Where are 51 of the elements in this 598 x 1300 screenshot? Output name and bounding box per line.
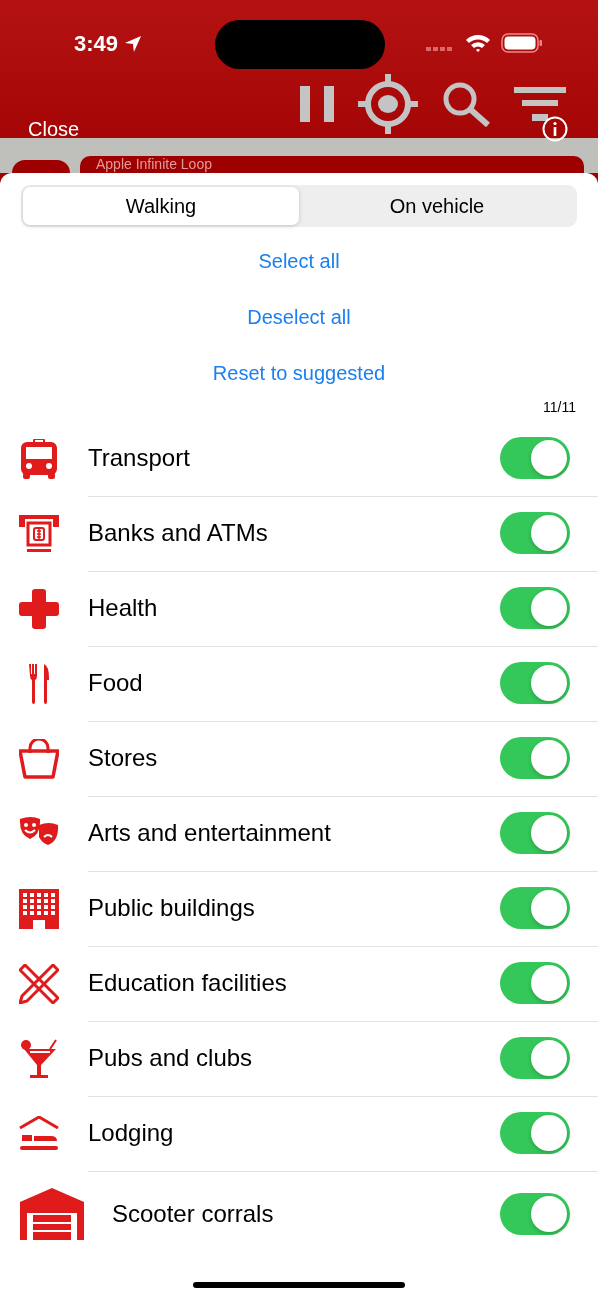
category-toggle[interactable] xyxy=(500,437,570,479)
bus-icon xyxy=(21,438,57,479)
pause-icon[interactable] xyxy=(300,86,334,122)
category-toggle[interactable] xyxy=(500,812,570,854)
category-label: Health xyxy=(88,594,158,622)
crosshair-icon[interactable] xyxy=(358,74,418,134)
cocktail-icon xyxy=(20,1038,58,1079)
fork-knife-icon xyxy=(28,663,50,704)
garage-icon xyxy=(20,1188,84,1240)
action-link[interactable]: Reset to suggested xyxy=(212,355,386,391)
atm-icon xyxy=(19,514,59,553)
category-toggle[interactable] xyxy=(500,1112,570,1154)
battery-icon xyxy=(501,33,543,53)
category-label: Lodging xyxy=(88,1119,174,1147)
mode-tab[interactable]: Walking xyxy=(23,187,299,225)
category-label: Transport xyxy=(88,444,190,472)
category-label: Education facilities xyxy=(88,969,287,997)
building-icon xyxy=(19,888,59,929)
filter-icon[interactable] xyxy=(514,87,566,121)
category-toggle[interactable] xyxy=(500,587,570,629)
category-label: Arts and entertainment xyxy=(88,819,331,847)
enabled-count: 11/11 xyxy=(543,399,576,415)
wifi-icon xyxy=(465,33,491,53)
category-toggle[interactable] xyxy=(500,1037,570,1079)
action-link[interactable]: Select all xyxy=(258,243,340,279)
signal-icon xyxy=(426,46,454,52)
category-toggle[interactable] xyxy=(500,737,570,779)
bag-icon xyxy=(19,738,59,779)
location-arrow-icon xyxy=(124,35,143,53)
category-toggle[interactable] xyxy=(500,962,570,1004)
cross-icon xyxy=(19,588,59,629)
bed-icon xyxy=(19,1115,59,1152)
search-icon[interactable] xyxy=(442,81,490,127)
clock-time: 3:49 xyxy=(74,31,119,57)
info-icon[interactable] xyxy=(542,116,568,142)
location-button[interactable] xyxy=(12,160,70,173)
category-toggle[interactable] xyxy=(500,512,570,554)
mode-tab[interactable]: On vehicle xyxy=(299,187,575,225)
category-toggle[interactable] xyxy=(500,887,570,929)
ruler-pencil-icon xyxy=(19,963,59,1004)
category-toggle[interactable] xyxy=(500,1193,570,1235)
address-field[interactable]: Apple Infinite Loop xyxy=(80,156,584,173)
action-link[interactable]: Deselect all xyxy=(247,299,351,335)
category-label: Stores xyxy=(88,744,158,772)
category-label: Food xyxy=(88,669,143,697)
close-button[interactable]: Close xyxy=(28,117,80,141)
category-label: Scooter corrals xyxy=(112,1200,274,1228)
category-toggle[interactable] xyxy=(500,662,570,704)
category-label: Pubs and clubs xyxy=(88,1044,253,1072)
category-label: Banks and ATMs xyxy=(88,519,268,547)
category-label: Public buildings xyxy=(88,894,255,922)
